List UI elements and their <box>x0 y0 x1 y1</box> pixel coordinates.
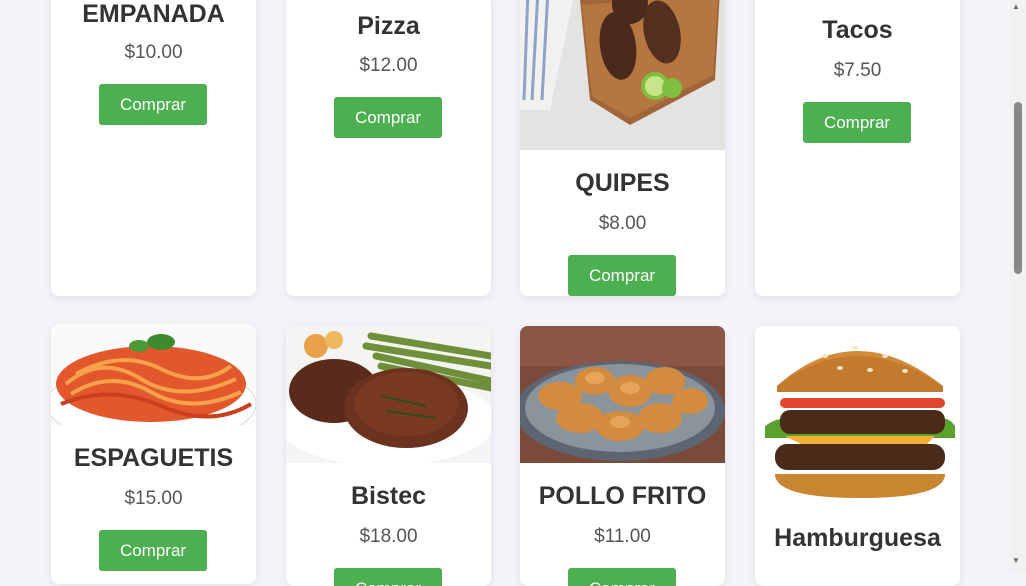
pollo-frito-image <box>520 326 725 463</box>
product-card-tacos: Tacos $7.50 Comprar <box>755 0 960 296</box>
buy-button-quipes[interactable]: Comprar <box>568 255 676 296</box>
product-title: Hamburguesa <box>774 524 941 552</box>
buy-button-tacos[interactable]: Comprar <box>803 102 911 143</box>
product-title: POLLO FRITO <box>538 482 707 510</box>
product-title: Pizza <box>357 12 420 40</box>
product-title: QUIPES <box>575 169 670 197</box>
buy-button-empanada[interactable]: Comprar <box>99 84 207 125</box>
product-price: $12.00 <box>359 55 418 76</box>
espaguetis-image <box>51 324 256 425</box>
product-card-pizza: Pizza $12.00 Comprar <box>286 0 491 296</box>
buy-button-pizza[interactable]: Comprar <box>334 97 442 138</box>
product-title: Tacos <box>822 16 893 44</box>
product-card-empanada: EMPANADA $10.00 Comprar <box>51 0 256 296</box>
product-card-bistec: Bistec $18.00 Comprar <box>286 326 491 586</box>
hamburguesa-image <box>755 326 960 511</box>
scrollbar-thumb[interactable] <box>1014 102 1022 274</box>
product-price: $18.00 <box>359 526 418 547</box>
scrollbar-track[interactable] <box>1010 0 1026 572</box>
buy-button-espaguetis[interactable]: Comprar <box>99 530 207 571</box>
scroll-up-arrow-icon[interactable]: ▲ <box>1012 2 1020 11</box>
product-title: ESPAGUETIS <box>73 444 234 472</box>
quipes-image <box>520 0 725 150</box>
product-card-espaguetis: ESPAGUETIS $15.00 Comprar <box>51 324 256 584</box>
product-price: $10.00 <box>124 42 183 63</box>
product-price: $7.50 <box>833 60 882 81</box>
product-card-hamburguesa: Hamburguesa <box>755 326 960 586</box>
product-price: $8.00 <box>598 213 647 234</box>
scroll-down-arrow-icon[interactable]: ▼ <box>1012 556 1020 565</box>
product-price: $15.00 <box>124 488 183 509</box>
product-title: Bistec <box>350 482 427 510</box>
product-title: EMPANADA <box>82 0 225 28</box>
product-price: $11.00 <box>594 526 651 547</box>
bistec-image <box>286 326 491 463</box>
buy-button-pollo-frito[interactable]: Comprar <box>568 568 676 586</box>
product-card-quipes: QUIPES $8.00 Comprar <box>520 0 725 296</box>
buy-button-bistec[interactable]: Comprar <box>334 568 442 586</box>
product-card-pollo-frito: POLLO FRITO $11.00 Comprar <box>520 326 725 586</box>
